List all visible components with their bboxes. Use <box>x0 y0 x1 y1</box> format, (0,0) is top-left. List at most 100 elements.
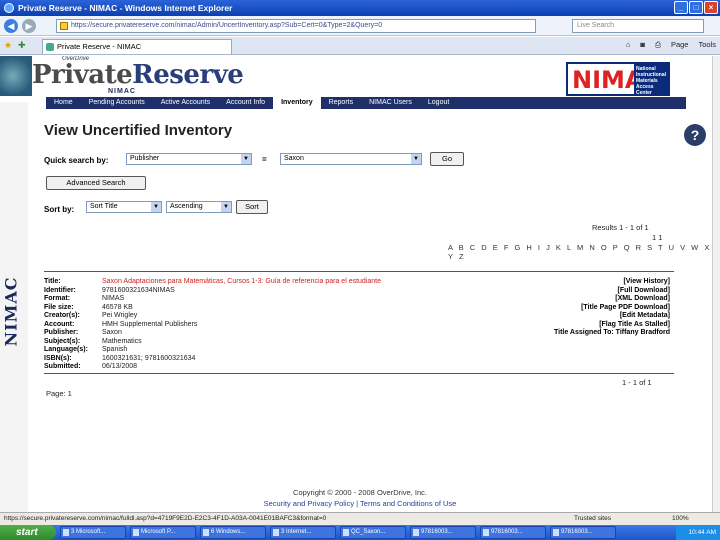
record-action-link[interactable]: [Flag Title As Stalled] <box>554 321 670 330</box>
nav-reports[interactable]: Reports <box>321 97 362 109</box>
maximize-button[interactable]: □ <box>689 1 703 14</box>
record-field-row: Publisher: Saxon <box>44 329 444 338</box>
status-bar: https://secure.privatereserve.com/nimac/… <box>0 512 720 525</box>
record-field-row: Format: NIMAS <box>44 295 444 304</box>
record-field-row: Submitted: 06/13/2008 <box>44 363 444 372</box>
record-field-row: Language(s): Spanish <box>44 346 444 355</box>
record-field-row: Account: HMH Supplemental Publishers <box>44 321 444 330</box>
field-value: 46578 KB <box>102 303 133 311</box>
record-field-row: Subject(s): Mathematics <box>44 338 444 347</box>
nimac-logo: NIMAC National Instructional Materials A… <box>566 62 670 96</box>
record-action-link: Title Assigned To: Tiffany Bradford <box>553 329 670 336</box>
record-field-row: Creator(s): Pei Wrigley <box>44 312 444 321</box>
record-action-link[interactable]: [View History] <box>554 278 670 287</box>
nav-home[interactable]: Home <box>46 97 81 109</box>
live-search-input[interactable]: Live Search <box>572 19 704 33</box>
security-zone: Trusted sites <box>574 515 611 522</box>
sort-field-select[interactable]: Sort Title ▼ <box>86 201 162 213</box>
taskbar-task[interactable]: 6 Windows... <box>200 526 266 539</box>
results-count-bottom: 1 - 1 of 1 <box>622 378 652 387</box>
window-title: Private Reserve - NIMAC - Windows Intern… <box>18 3 233 13</box>
page-title: View Uncertified Inventory <box>44 122 233 139</box>
field-label: Format: <box>44 295 71 302</box>
taskbar-task[interactable]: Microsoft P... <box>130 526 196 539</box>
results-count-top: Results 1 - 1 of 1 <box>592 223 649 232</box>
field-label: Account: <box>44 320 75 328</box>
divider-top <box>44 271 674 272</box>
advanced-search-button[interactable]: Advanced Search <box>46 176 146 190</box>
feeds-icon[interactable]: ◙ <box>640 40 645 50</box>
close-button[interactable]: × <box>704 1 718 14</box>
url-field[interactable]: https://secure.privatereserve.com/nimac/… <box>56 19 536 33</box>
nimac-side-label: NIMAC <box>1 276 21 347</box>
page-indicator: Page: 1 <box>46 389 72 398</box>
nav-nimac-users[interactable]: NIMAC Users <box>361 97 420 109</box>
field-label: Identifier: <box>44 286 76 294</box>
record-field-row: ISBN(s): 1600321631; 9781600321634 <box>44 355 444 364</box>
taskbar-task[interactable]: 97816003... <box>550 526 616 539</box>
status-url: https://secure.privatereserve.com/nimac/… <box>4 515 327 522</box>
main-nav: Home Pending Accounts Active Accounts Accou… <box>46 97 686 109</box>
quick-search-value-select[interactable]: Saxon ▼ <box>280 153 422 165</box>
footer-links[interactable]: Security and Privacy Policy | Terms and … <box>230 498 490 509</box>
alphabet-filter[interactable]: A B C D E F G H I J K L M N O P Q R S T … <box>448 243 720 261</box>
quick-search-field-select[interactable]: Publisher ▼ <box>126 153 252 165</box>
tools-menu[interactable]: Tools <box>698 40 716 50</box>
page-menu[interactable]: Page <box>671 40 689 50</box>
field-label: Creator(s): <box>44 312 80 319</box>
nav-inventory[interactable]: Inventory <box>273 97 321 109</box>
record-field-row: Title: Saxon Adaptaciones para Matemática… <box>44 278 444 287</box>
field-value[interactable]: Saxon Adaptaciones para Matemáticas, Cur… <box>102 278 381 287</box>
record-action-link[interactable]: [Full Download] <box>554 287 671 296</box>
tab-private-reserve[interactable]: Private Reserve - NIMAC <box>42 39 232 54</box>
go-button[interactable]: Go <box>430 152 464 166</box>
help-icon[interactable]: ? <box>684 124 706 146</box>
taskbar-task[interactable]: QC_Saxon... <box>340 526 406 539</box>
minimize-button[interactable]: _ <box>674 1 688 14</box>
field-label: Language(s): <box>44 346 88 353</box>
vertical-scrollbar[interactable] <box>712 56 720 512</box>
field-label: Publisher: <box>44 329 79 336</box>
nav-logout[interactable]: Logout <box>420 97 457 109</box>
field-label: Submitted: <box>44 363 81 370</box>
field-label: Title: <box>44 278 61 285</box>
nav-account-info[interactable]: Account Info <box>218 97 273 109</box>
forward-button[interactable]: ▶ <box>22 19 36 33</box>
address-bar: ◀ ▶ https://secure.privatereserve.com/ni… <box>0 16 720 36</box>
nav-pending-accounts[interactable]: Pending Accounts <box>81 97 153 109</box>
record-field-row: File size: 46578 KB <box>44 304 444 313</box>
clock: 10:44 AM <box>676 525 720 540</box>
page-viewport: OverDrive PrivateReserve NIMAC NIMAC Nat… <box>0 56 720 512</box>
record-actions: [View History] [Full Download] [XML Downlo… <box>554 278 670 338</box>
home-icon[interactable]: ⌂ <box>626 40 631 50</box>
taskbar-task[interactable]: 97816003... <box>480 526 546 539</box>
nav-active-accounts[interactable]: Active Accounts <box>153 97 218 109</box>
record-action-link[interactable]: [Title Page PDF Download] <box>554 304 670 313</box>
equals-sign: = <box>262 155 267 164</box>
favorites-star-icon[interactable]: ★ <box>4 40 12 51</box>
record-action-link[interactable]: [Edit Metadata] <box>554 312 670 321</box>
window-titlebar: Private Reserve - NIMAC - Windows Intern… <box>0 0 720 16</box>
record-field-row: Identifier: 9781600321634NIMAS <box>44 287 444 296</box>
print-icon[interactable]: ⎙ <box>655 40 661 50</box>
taskbar-task[interactable]: 97816003... <box>410 526 476 539</box>
globe-image <box>0 56 32 96</box>
field-value: 06/13/2008 <box>102 363 138 370</box>
private-reserve-logo: PrivateReserve <box>32 60 244 90</box>
ie-icon <box>4 3 14 13</box>
record-action-link[interactable]: [XML Download] <box>554 295 670 304</box>
field-label: File size: <box>44 303 74 311</box>
field-label: Subject(s): <box>44 337 81 345</box>
taskbar-task[interactable]: 3 Internet... <box>270 526 336 539</box>
back-button[interactable]: ◀ <box>4 19 18 33</box>
zoom-level[interactable]: 100% <box>672 513 689 525</box>
start-button[interactable]: start <box>0 525 56 540</box>
page-numbers-top[interactable]: 1 1 <box>652 233 662 242</box>
add-favorites-icon[interactable]: ✚ <box>18 40 26 51</box>
sort-order-select[interactable]: Ascending ▼ <box>166 201 232 213</box>
field-value: Saxon <box>102 329 122 336</box>
taskbar-task[interactable]: 3 Microsoft... <box>60 526 126 539</box>
field-value: HMH Supplemental Publishers <box>102 320 198 328</box>
left-band: NIMAC <box>0 102 28 512</box>
sort-button[interactable]: Sort <box>236 200 268 214</box>
